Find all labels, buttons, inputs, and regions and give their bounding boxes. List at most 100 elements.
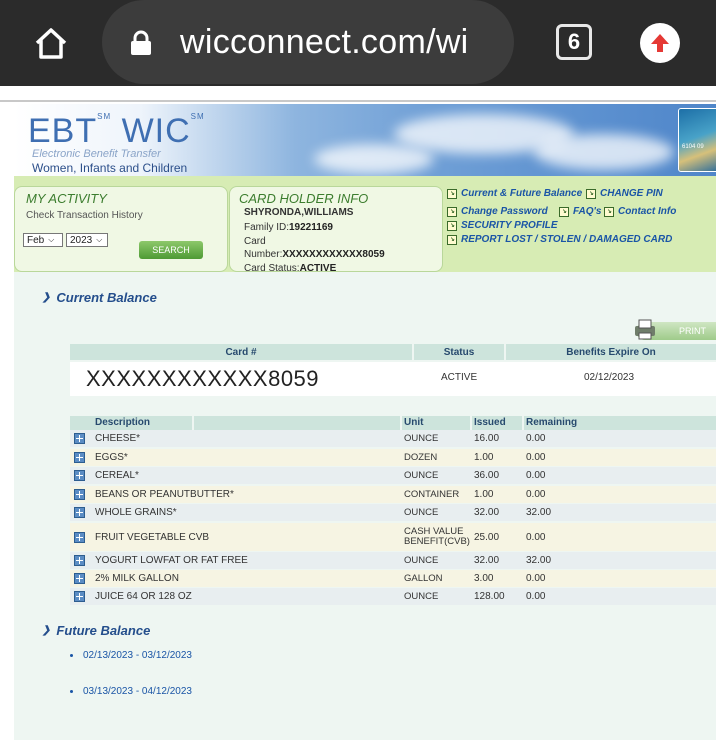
- cell-description: EGGS*: [95, 452, 128, 463]
- cell-remaining: 0.00: [526, 489, 546, 500]
- cell-unit: OUNCE: [404, 590, 439, 602]
- chevron-icon: ❯: [42, 625, 51, 636]
- cell-issued: 1.00: [474, 452, 494, 463]
- cell-remaining: 0.00: [526, 573, 546, 584]
- expire-header: Benefits Expire On: [506, 344, 716, 360]
- expand-icon[interactable]: [74, 433, 85, 444]
- link-arrow-icon: ↘: [604, 206, 614, 217]
- table-row: CHEESE* OUNCE 16.00 0.00: [70, 430, 716, 447]
- security-profile-link[interactable]: ↘ SECURITY PROFILE: [447, 220, 558, 231]
- print-button[interactable]: PRINT: [635, 319, 716, 340]
- future-period-link[interactable]: 02/13/2023 - 03/12/2023: [70, 650, 192, 661]
- table-row: 2% MILK GALLON GALLON 3.00 0.00: [70, 570, 716, 587]
- table-row: BEANS OR PEANUTBUTTER* CONTAINER 1.00 0.00: [70, 486, 716, 503]
- table-row: FRUIT VEGETABLE CVB CASH VALUE BENEFIT(CV…: [70, 523, 716, 551]
- cell-unit: OUNCE: [404, 506, 439, 518]
- address-bar[interactable]: wicconnect.com/wi: [102, 0, 514, 84]
- banner-subtitle-ebt: Electronic Benefit Transfer: [32, 148, 161, 160]
- account-strip: MY ACTIVITY Check Transaction History Fe…: [14, 176, 716, 274]
- link-arrow-icon: ↘: [586, 188, 596, 199]
- expand-icon[interactable]: [74, 573, 85, 584]
- browser-toolbar: wicconnect.com/wi 6: [0, 0, 716, 86]
- holder-name: SHYRONDA,WILLIAMS: [244, 207, 354, 218]
- link-arrow-icon: ↘: [447, 234, 457, 245]
- current-balance-heading[interactable]: ❯ Current Balance: [42, 290, 157, 305]
- table-row: CEREAL* OUNCE 36.00 0.00: [70, 467, 716, 484]
- link-arrow-icon: ↘: [559, 206, 569, 217]
- cell-remaining: 32.00: [526, 507, 552, 518]
- cell-unit: OUNCE: [404, 469, 439, 481]
- banner-subtitle-wic: Women, Infants and Children: [32, 161, 188, 175]
- card-image-number: 6104 09: [682, 144, 704, 150]
- link-arrow-icon: ↘: [447, 188, 457, 199]
- change-password-link[interactable]: ↘ Change Password: [447, 206, 548, 217]
- bullet-icon: [70, 690, 73, 693]
- card-holder-title: CARD HOLDER INFO: [239, 191, 369, 206]
- cell-remaining: 0.00: [526, 531, 546, 543]
- cell-description: JUICE 64 OR 128 OZ: [95, 591, 192, 602]
- expand-icon[interactable]: [74, 507, 85, 518]
- month-select[interactable]: Feb ⌵: [23, 233, 63, 247]
- future-balance-heading[interactable]: ❯ Future Balance: [42, 623, 150, 638]
- cell-description: YOGURT LOWFAT OR FAT FREE: [95, 555, 248, 566]
- card-status: Card Status:ACTIVE: [244, 263, 337, 274]
- expand-icon[interactable]: [74, 452, 85, 463]
- card-image: [678, 108, 716, 172]
- expand-icon[interactable]: [74, 555, 85, 566]
- ebt-wic-logo: EBTSM WICSM: [28, 112, 205, 150]
- change-pin-link[interactable]: ↘ CHANGE PIN: [586, 188, 663, 199]
- cell-issued: 36.00: [474, 470, 500, 481]
- cell-unit: GALLON: [404, 572, 443, 584]
- cell-issued: 16.00: [474, 433, 500, 444]
- current-future-balance-link[interactable]: ↘ Current & Future Balance: [447, 188, 582, 199]
- home-icon[interactable]: [28, 20, 74, 66]
- contact-info-link[interactable]: ↘ Contact Info: [604, 206, 676, 217]
- cell-description: 2% MILK GALLON: [95, 573, 179, 584]
- cell-description: BEANS OR PEANUTBUTTER*: [95, 489, 234, 500]
- cell-description: FRUIT VEGETABLE CVB: [95, 531, 210, 543]
- card-number: Number:XXXXXXXXXXXX8059: [244, 249, 385, 260]
- cell-issued: 32.00: [474, 507, 500, 518]
- toolbar-divider: [0, 86, 716, 102]
- card-number-header: Card #: [70, 344, 412, 360]
- bullet-icon: [70, 654, 73, 657]
- card-label: Card: [244, 236, 266, 247]
- tab-switcher-button[interactable]: 6: [556, 24, 592, 60]
- balance-expire-date: 02/12/2023: [584, 372, 635, 383]
- search-button[interactable]: SEARCH: [139, 241, 203, 259]
- expand-icon[interactable]: [74, 489, 85, 500]
- lock-icon: [130, 30, 152, 55]
- cell-unit: CASH VALUE BENEFIT(CVB): [404, 526, 470, 547]
- link-arrow-icon: ↘: [447, 220, 457, 231]
- expand-icon[interactable]: [74, 470, 85, 481]
- cell-unit: CONTAINER: [404, 488, 460, 500]
- expand-icon[interactable]: [74, 591, 85, 602]
- cell-remaining: 0.00: [526, 433, 546, 444]
- unit-header: Unit: [402, 416, 470, 430]
- issued-header: Issued: [472, 416, 522, 430]
- future-period-link[interactable]: 03/13/2023 - 04/12/2023: [70, 686, 192, 697]
- cell-remaining: 32.00: [526, 555, 552, 566]
- page-content: EBTSM WICSM Electronic Benefit Transfer …: [14, 104, 716, 740]
- card-holder-panel: CARD HOLDER INFO SHYRONDA,WILLIAMS Famil…: [229, 186, 443, 274]
- cell-issued: 3.00: [474, 573, 494, 584]
- cell-remaining: 0.00: [526, 470, 546, 481]
- expand-icon[interactable]: [74, 531, 85, 543]
- cell-issued: 32.00: [474, 555, 500, 566]
- transaction-history-label: Check Transaction History: [26, 210, 143, 221]
- cell-issued: 128.00: [474, 591, 505, 602]
- update-icon[interactable]: [640, 23, 680, 63]
- table-row: WHOLE GRAINS* OUNCE 32.00 32.00: [70, 504, 716, 521]
- status-header: Status: [414, 344, 504, 360]
- cell-remaining: 0.00: [526, 591, 546, 602]
- table-row: YOGURT LOWFAT OR FAT FREE OUNCE 32.00 32.00: [70, 552, 716, 569]
- chevron-icon: ❯: [42, 292, 51, 303]
- description-header-bg2: [194, 416, 400, 430]
- my-activity-title: MY ACTIVITY: [26, 191, 107, 206]
- report-lost-card-link[interactable]: ↘ REPORT LOST / STOLEN / DAMAGED CARD: [447, 234, 672, 245]
- year-select[interactable]: 2023 ⌵: [66, 233, 108, 247]
- balance-status: ACTIVE: [441, 372, 478, 383]
- balance-card-number: XXXXXXXXXXXX8059: [86, 366, 320, 391]
- cell-description: CHEESE*: [95, 433, 141, 444]
- faqs-link[interactable]: ↘ FAQ's: [559, 206, 602, 217]
